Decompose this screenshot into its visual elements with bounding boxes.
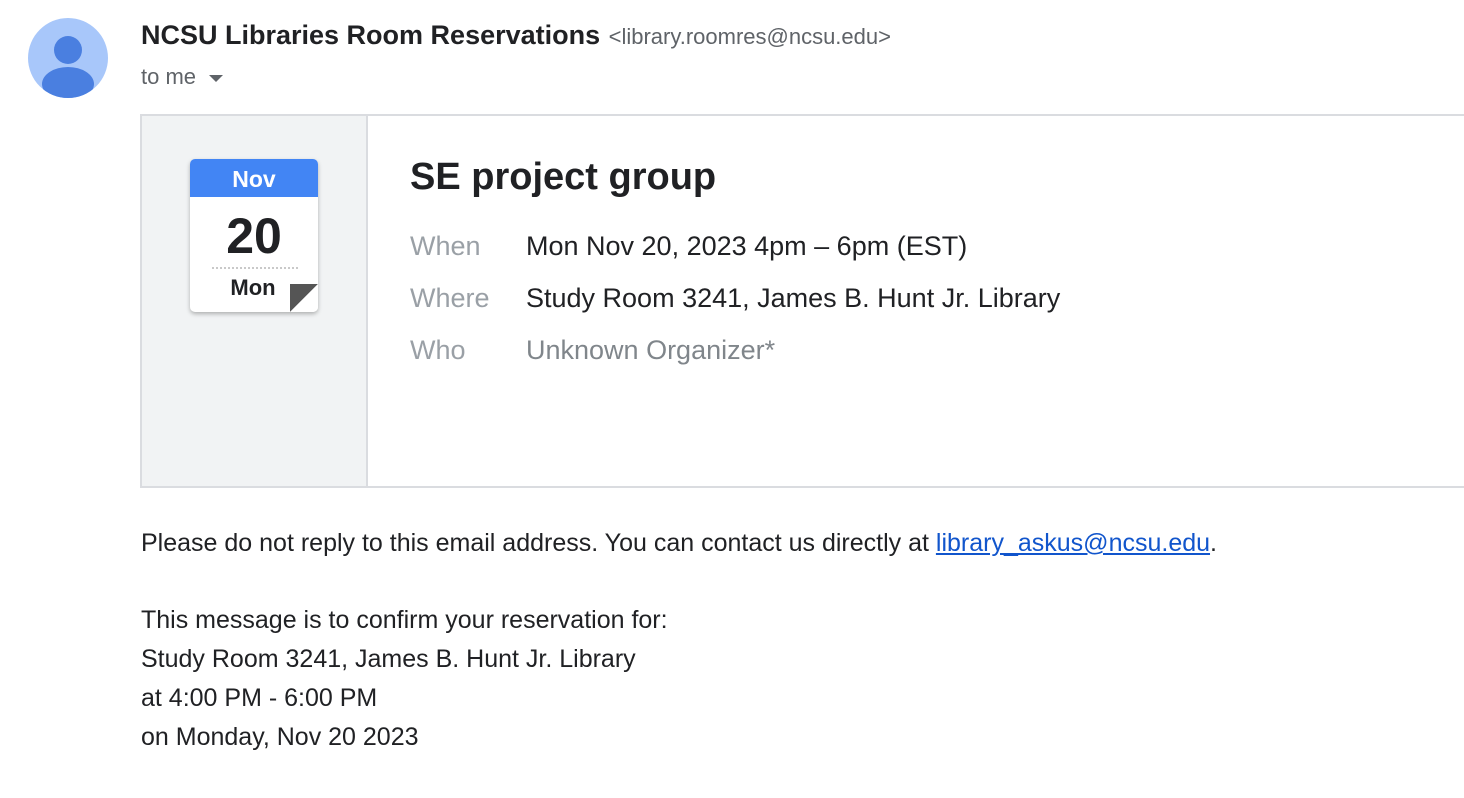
calendar-divider (212, 267, 298, 269)
event-detail-rows: When Mon Nov 20, 2023 4pm – 6pm (EST) Wh… (410, 220, 1060, 376)
calendar-day: 20 (226, 208, 282, 264)
event-details: SE project group When Mon Nov 20, 2023 4… (410, 154, 1060, 376)
event-row-where: Where Study Room 3241, James B. Hunt Jr.… (410, 272, 1060, 324)
caret-down-icon[interactable] (209, 75, 224, 82)
event-card: Nov 20 Mon SE project group When Mon Nov… (140, 114, 1464, 488)
sender-header: NCSU Libraries Room Reservations <librar… (141, 20, 891, 51)
event-card-sidebar: Nov 20 Mon (142, 116, 368, 486)
recipient-details-toggle[interactable]: to me (141, 64, 224, 90)
event-row-label: Where (410, 282, 490, 313)
event-row-label: When (410, 230, 481, 261)
sender-name[interactable]: NCSU Libraries Room Reservations (141, 20, 600, 50)
notice-prefix: Please do not reply to this email addres… (141, 529, 936, 557)
notice-suffix: . (1210, 529, 1217, 557)
event-row-label: Who (410, 334, 466, 365)
contact-email-link[interactable]: library_askus@ncsu.edu (936, 529, 1210, 557)
event-row-value: Unknown Organizer* (526, 334, 776, 365)
confirmation-line: at 4:00 PM - 6:00 PM (141, 684, 378, 712)
event-row-value: Study Room 3241, James B. Hunt Jr. Libra… (526, 282, 1061, 313)
confirmation-line: on Monday, Nov 20 2023 (141, 723, 419, 751)
event-row-value: Mon Nov 20, 2023 4pm – 6pm (EST) (526, 230, 968, 261)
event-row-when: When Mon Nov 20, 2023 4pm – 6pm (EST) (410, 220, 1060, 272)
event-title[interactable]: SE project group (410, 154, 1060, 200)
calendar-month: Nov (190, 159, 318, 197)
event-row-who: Who Unknown Organizer* (410, 324, 1060, 376)
confirmation-line: This message is to confirm your reservat… (141, 606, 668, 634)
email-body: Please do not reply to this email addres… (141, 524, 1217, 757)
sender-email: <library.roomres@ncsu.edu> (608, 24, 891, 49)
page-curl-icon (290, 284, 318, 312)
calendar-icon: Nov 20 Mon (190, 159, 318, 312)
person-icon (42, 36, 94, 98)
confirmation-line: Study Room 3241, James B. Hunt Jr. Libra… (141, 645, 636, 673)
no-reply-notice: Please do not reply to this email addres… (141, 524, 1217, 563)
sender-avatar[interactable] (28, 18, 108, 98)
recipient-label: to me (141, 64, 197, 89)
